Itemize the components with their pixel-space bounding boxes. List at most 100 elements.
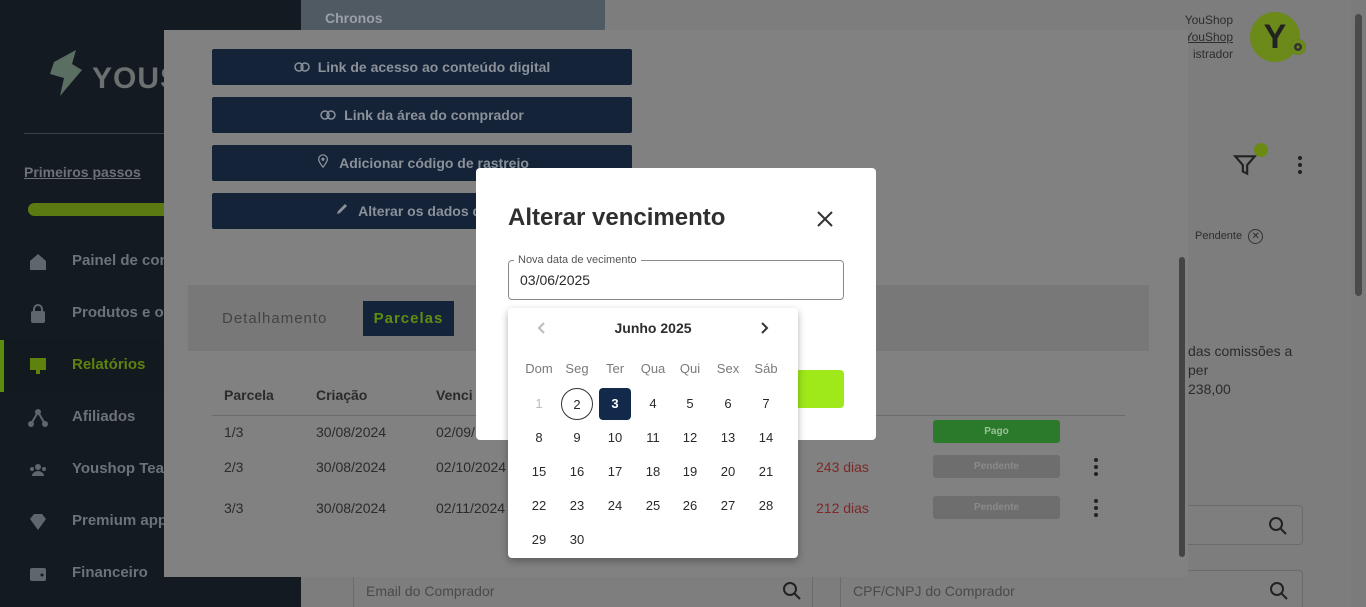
calendar-day[interactable]: 11 <box>637 422 669 454</box>
calendar-day[interactable]: 7 <box>750 388 782 420</box>
button-label: Link da área do comprador <box>344 107 524 123</box>
location-pin-icon <box>318 154 329 168</box>
search-icon <box>1269 517 1287 535</box>
status-badge: Pendente <box>933 496 1060 519</box>
chevron-right-icon[interactable] <box>756 320 772 336</box>
weekday-label: Seg <box>565 361 589 376</box>
user-info: YouShop YouShop istrador <box>1185 12 1233 63</box>
thumbnail-title: Chronos <box>325 10 383 26</box>
calendar-day[interactable]: 20 <box>712 456 744 488</box>
calendar-day[interactable]: 14 <box>750 422 782 454</box>
calendar-day[interactable]: 27 <box>712 490 744 522</box>
dialog-scrollbar[interactable] <box>1176 30 1188 577</box>
cell-criacao: 30/08/2024 <box>316 459 387 475</box>
calendar-day[interactable]: 9 <box>561 422 593 454</box>
sidebar-divider <box>24 133 174 134</box>
calendar-day[interactable]: 15 <box>523 456 555 488</box>
cell-vencimento: 02/10/2024 <box>436 459 507 475</box>
user-link[interactable]: YouShop <box>1185 29 1233 46</box>
logo-mark-icon <box>50 50 82 96</box>
calendar-day[interactable]: 17 <box>599 456 631 488</box>
cpf-placeholder: CPF/CNPJ do Comprador <box>853 583 1015 599</box>
team-icon <box>30 464 46 476</box>
calendar-month-label: Junho 2025 <box>614 320 692 336</box>
tab-parcelas[interactable]: Parcelas <box>363 301 454 336</box>
calendar-day[interactable]: 6 <box>712 388 744 420</box>
calendar-day[interactable]: 22 <box>523 490 555 522</box>
calendar-day[interactable]: 3 <box>599 388 631 420</box>
calendar-day[interactable]: 5 <box>674 388 706 420</box>
calendar-day[interactable]: 12 <box>674 422 706 454</box>
status-badge: Pendente <box>933 455 1060 478</box>
calendar-day[interactable]: 28 <box>750 490 782 522</box>
status-filter-chip[interactable]: Pendente ✕ <box>1195 229 1264 244</box>
cell-parcela: 2/3 <box>224 459 244 475</box>
calendar-day[interactable]: 8 <box>523 422 555 454</box>
sidebar-item-label: Painel de cont <box>72 252 174 269</box>
tab-detalhamento[interactable]: Detalhamento <box>222 310 327 327</box>
calendar-day[interactable]: 10 <box>599 422 631 454</box>
commission-summary: das comissões a per 238,00 <box>1188 342 1292 399</box>
digital-content-link-button[interactable]: Link de acesso ao conteúdo digital <box>212 49 632 85</box>
cell-vencimento: 02/11/2024 <box>436 500 506 516</box>
due-date-value: 03/06/2025 <box>520 272 591 288</box>
button-label: Link de acesso ao conteúdo digital <box>317 59 551 75</box>
sidebar-item-label: Premium app <box>72 512 168 529</box>
page-scrollbar-thumb[interactable] <box>1355 14 1362 296</box>
weekday-label: Qua <box>640 361 666 376</box>
calendar-day[interactable]: 26 <box>674 490 706 522</box>
cell-vencimento: 02/09/ <box>436 424 475 440</box>
page-scrollbar[interactable] <box>1351 0 1366 607</box>
network-icon <box>28 409 48 427</box>
close-circle-icon[interactable]: ✕ <box>1248 229 1264 244</box>
search-icon <box>783 582 801 600</box>
cell-dias: 243 dias <box>816 459 869 475</box>
close-icon[interactable] <box>814 208 836 230</box>
calendar-day[interactable]: 2 <box>561 388 593 420</box>
sidebar-item-label: Financeiro <box>72 564 148 581</box>
weekday-label: Ter <box>605 361 625 376</box>
row-more-options-icon[interactable] <box>1091 498 1101 518</box>
chip-label: Pendente <box>1195 230 1243 242</box>
dialog-title: Alterar vencimento <box>508 204 726 231</box>
sidebar-item-label: Youshop Tean <box>72 460 174 477</box>
buyer-area-link-button[interactable]: Link da área do comprador <box>212 97 632 133</box>
calendar-day[interactable]: 13 <box>712 422 744 454</box>
more-options-icon[interactable] <box>1290 154 1310 176</box>
dialog-scrollbar-thumb[interactable] <box>1179 257 1185 557</box>
commission-value: 238,00 <box>1188 381 1231 397</box>
calendar-day[interactable]: 23 <box>561 490 593 522</box>
report-icon <box>30 358 46 374</box>
cell-criacao: 30/08/2024 <box>316 500 387 516</box>
calendar-day[interactable]: 18 <box>637 456 669 488</box>
filter-icon[interactable] <box>1232 152 1258 178</box>
email-placeholder: Email do Comprador <box>366 583 495 599</box>
diamond-icon <box>30 514 46 530</box>
search-icon <box>1270 582 1288 600</box>
calendar-day[interactable]: 4 <box>637 388 669 420</box>
link-icon <box>293 62 310 72</box>
calendar-day[interactable]: 21 <box>750 456 782 488</box>
calendar-day[interactable]: 24 <box>599 490 631 522</box>
date-picker: Junho 2025 Dom Seg Ter Qua Qui Sex Sáb 1 2 3 4 5 6 7 8… <box>508 308 798 558</box>
status-badge: Pago <box>933 420 1060 443</box>
product-thumbnail: Chronos <box>301 0 605 30</box>
calendar-day[interactable]: 19 <box>674 456 706 488</box>
calendar-day[interactable]: 29 <box>523 524 555 556</box>
due-date-label: Nova data de vecimento <box>514 254 641 266</box>
gear-icon[interactable] <box>1290 39 1306 55</box>
primeiros-passos-link[interactable]: Primeiros passos <box>24 164 141 180</box>
row-more-options-icon[interactable] <box>1091 457 1101 477</box>
user-role: istrador <box>1192 47 1233 61</box>
cell-dias: 212 dias <box>816 500 869 516</box>
search-field-partial[interactable] <box>1188 505 1303 545</box>
home-icon <box>30 254 46 270</box>
wallet-icon <box>30 568 46 581</box>
weekday-label: Dom <box>525 361 553 376</box>
calendar-day[interactable]: 25 <box>637 490 669 522</box>
avatar[interactable]: Y <box>1250 12 1300 62</box>
calendar-day[interactable]: 30 <box>561 524 593 556</box>
calendar-day[interactable]: 16 <box>561 456 593 488</box>
commission-label-2: per <box>1188 362 1209 378</box>
pencil-icon <box>337 204 348 214</box>
